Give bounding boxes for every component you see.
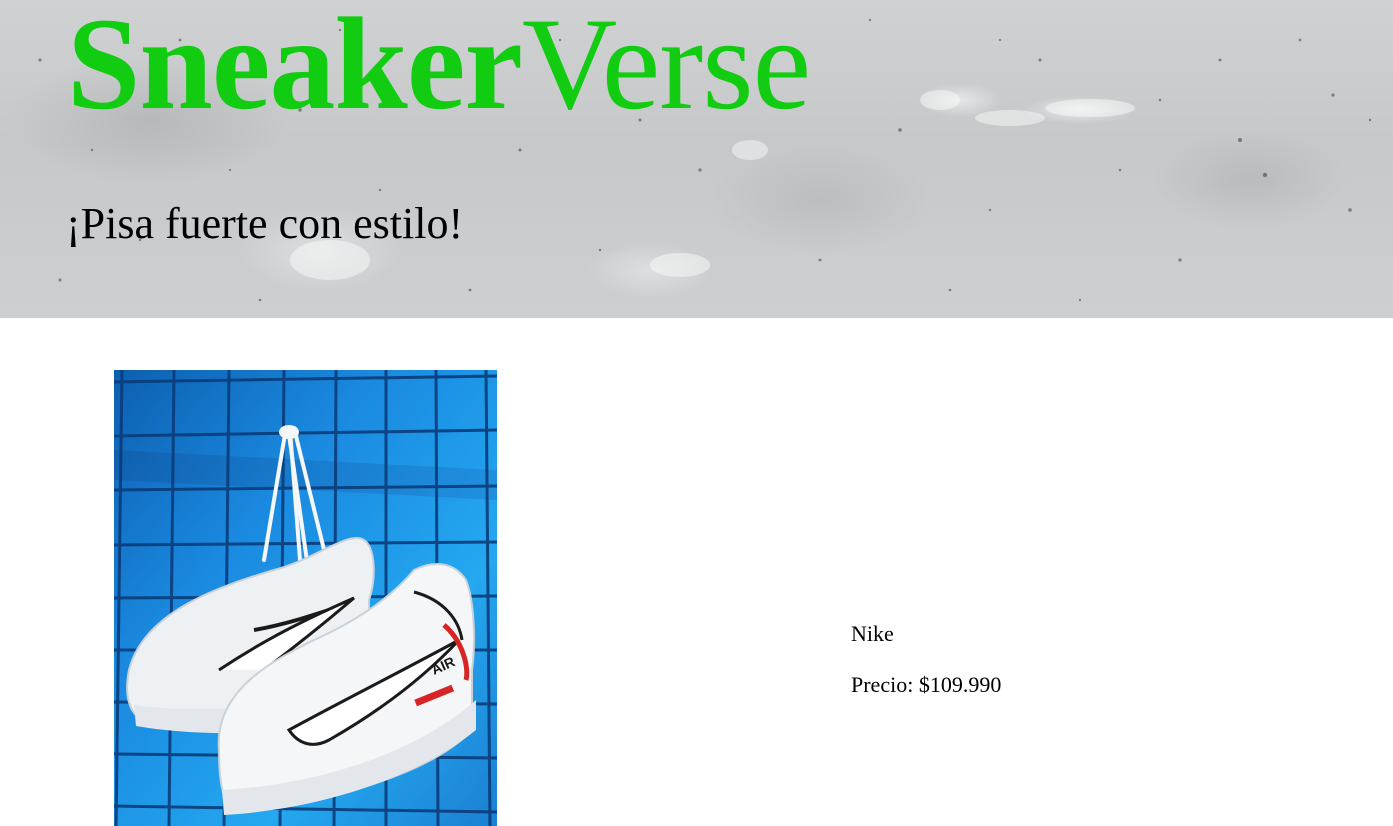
product-details: Nike Precio: $109.990 bbox=[851, 620, 1001, 699]
site-title-regular: Verse bbox=[522, 0, 811, 137]
site-title: SneakerVerse bbox=[67, 0, 811, 130]
product-name: Nike bbox=[851, 621, 894, 646]
tagline: ¡Pisa fuerte con estilo! bbox=[66, 199, 464, 248]
product-price: Precio: $109.990 bbox=[851, 672, 1002, 697]
product-image: AIR bbox=[114, 370, 497, 826]
site-title-bold: Sneaker bbox=[67, 0, 523, 137]
hero-banner: SneakerVerse ¡Pisa fuerte con estilo! bbox=[0, 0, 1393, 318]
sneakers-photo-icon: AIR bbox=[114, 370, 497, 826]
